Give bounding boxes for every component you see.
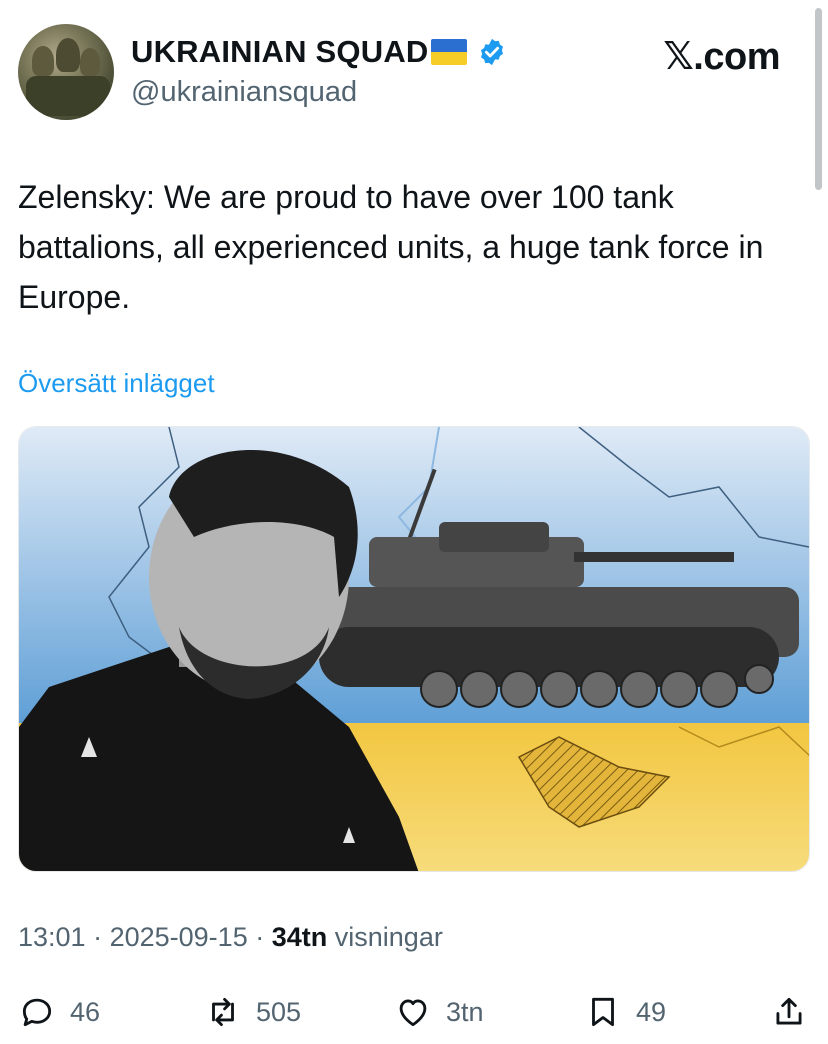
reply-icon [22, 998, 52, 1027]
tweet-text: Zelensky: We are proud to have over 100 … [18, 179, 764, 315]
verified-badge-icon [480, 38, 503, 66]
author-display-name[interactable]: UKRAINIAN SQUAD [131, 34, 507, 70]
tweet-media-image[interactable] [18, 426, 810, 872]
like-button[interactable]: 3tn [394, 988, 484, 1036]
reply-button[interactable]: 46 [18, 988, 100, 1036]
repost-count: 505 [256, 996, 302, 1027]
media-illustration [19, 427, 809, 871]
tweet-header: UKRAINIAN SQUAD @ukrainiansquad 𝕏.com [18, 24, 808, 124]
views-count: 34tn [271, 922, 328, 952]
translate-post-link[interactable]: Översätt inlägget [18, 368, 215, 399]
x-watermark-logo: 𝕏.com [663, 36, 780, 78]
display-name-text: UKRAINIAN SQUAD [131, 34, 429, 69]
share-button[interactable] [770, 988, 808, 1036]
tweet-meta: 13:01 · 2025-09-15 · 34tn visningar [18, 922, 443, 953]
bookmark-icon [592, 997, 614, 1027]
tweet-time[interactable]: 13:01 [18, 922, 86, 952]
tweet-date[interactable]: 2025-09-15 [110, 922, 248, 952]
heart-icon [399, 999, 427, 1027]
bookmark-button[interactable]: 49 [584, 988, 666, 1036]
tweet-action-bar: 46 505 3tn 49 [18, 988, 810, 1036]
author-handle[interactable]: @ukrainiansquad [131, 76, 357, 109]
repost-button[interactable]: 505 [204, 988, 301, 1036]
repost-icon [212, 997, 234, 1027]
author-avatar[interactable] [18, 24, 114, 120]
share-icon [776, 997, 802, 1025]
meta-separator: · [255, 922, 272, 952]
views-label: visningar [334, 922, 443, 952]
meta-separator: · [93, 922, 110, 952]
bookmark-count: 49 [636, 996, 667, 1027]
scrollbar[interactable] [815, 8, 822, 190]
reply-count: 46 [70, 996, 101, 1027]
ukraine-flag-icon [430, 39, 467, 65]
like-count: 3tn [446, 996, 484, 1027]
